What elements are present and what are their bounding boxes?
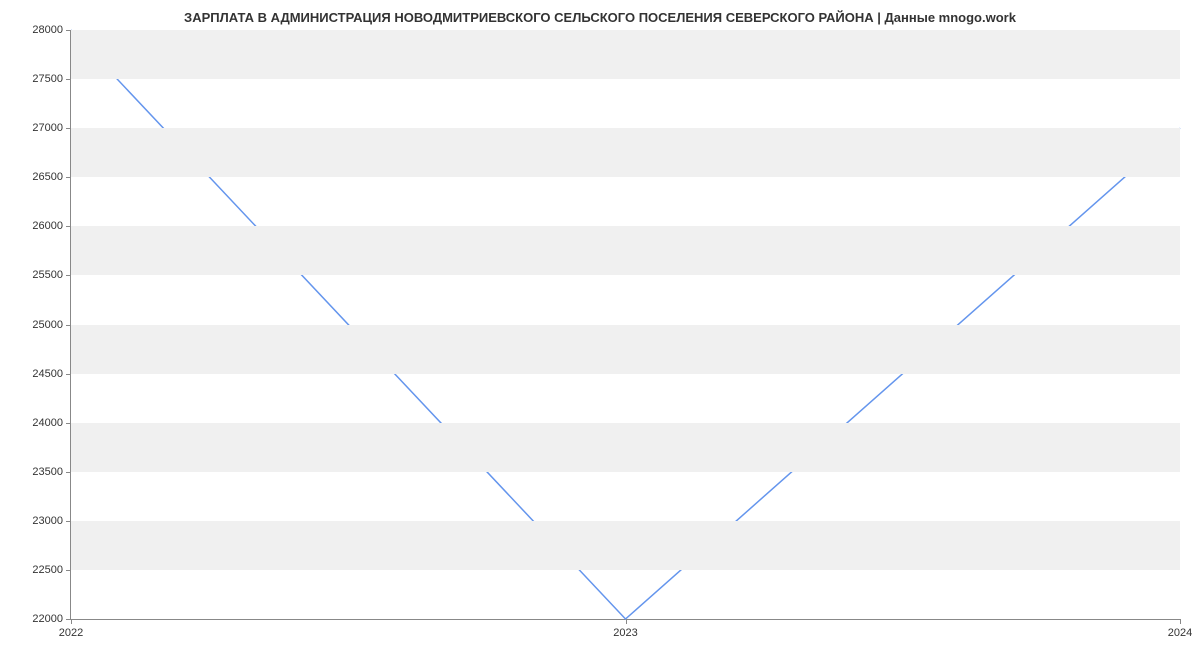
y-axis-label: 28000 [32, 24, 63, 36]
y-axis-label: 22500 [32, 564, 63, 576]
y-tick [66, 521, 71, 522]
y-axis-label: 23000 [32, 515, 63, 527]
grid-band [71, 325, 1180, 374]
x-axis-label: 2023 [613, 627, 637, 639]
y-tick [66, 325, 71, 326]
y-axis-label: 24500 [32, 368, 63, 380]
x-tick [626, 619, 627, 624]
grid-band [71, 423, 1180, 472]
y-axis-label: 25500 [32, 269, 63, 281]
y-tick [66, 226, 71, 227]
x-axis-label: 2024 [1168, 627, 1192, 639]
y-axis-label: 27500 [32, 73, 63, 85]
y-tick [66, 79, 71, 80]
x-axis-label: 2022 [59, 627, 83, 639]
y-tick [66, 275, 71, 276]
chart-title: ЗАРПЛАТА В АДМИНИСТРАЦИЯ НОВОДМИТРИЕВСКО… [0, 0, 1200, 30]
grid-band [71, 226, 1180, 275]
x-tick [71, 619, 72, 624]
y-tick [66, 472, 71, 473]
y-tick [66, 374, 71, 375]
y-tick [66, 128, 71, 129]
plot-area: 2200022500230002350024000245002500025500… [70, 30, 1180, 620]
y-axis-label: 26000 [32, 220, 63, 232]
grid-band [71, 30, 1180, 79]
y-tick [66, 570, 71, 571]
y-tick [66, 423, 71, 424]
y-axis-label: 27000 [32, 122, 63, 134]
y-tick [66, 177, 71, 178]
chart-container: ЗАРПЛАТА В АДМИНИСТРАЦИЯ НОВОДМИТРИЕВСКО… [0, 0, 1200, 650]
y-axis-label: 23500 [32, 466, 63, 478]
y-axis-label: 25000 [32, 319, 63, 331]
y-tick [66, 30, 71, 31]
y-axis-label: 26500 [32, 171, 63, 183]
x-tick [1180, 619, 1181, 624]
y-axis-label: 22000 [32, 613, 63, 625]
y-axis-label: 24000 [32, 417, 63, 429]
grid-band [71, 521, 1180, 570]
grid-band [71, 128, 1180, 177]
